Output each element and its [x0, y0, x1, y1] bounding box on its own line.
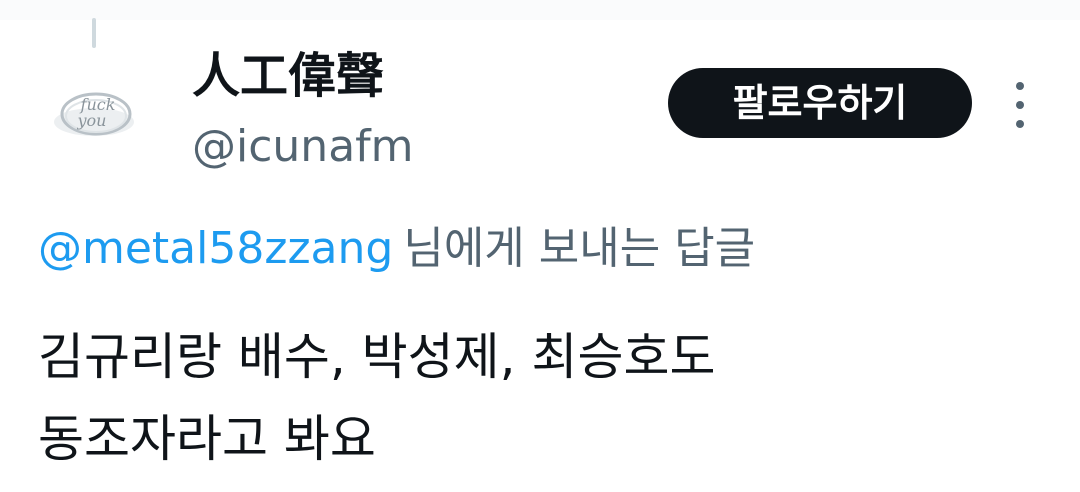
tweet-text-line: 동조자라고 봐요: [38, 410, 376, 468]
more-dot: [1016, 82, 1024, 90]
avatar-text-line2: you: [77, 111, 107, 130]
more-dot: [1016, 120, 1024, 128]
tweet-text-line: 김규리랑 배수, 박성제, 최승호도: [38, 328, 716, 386]
more-vertical-icon[interactable]: [1006, 82, 1034, 128]
reply-context: @metal58zzang 님에게 보내는 답글: [38, 218, 755, 280]
top-strip: [0, 0, 1080, 20]
author-handle[interactable]: @icunafm: [192, 118, 414, 176]
avatar[interactable]: fuck you: [46, 66, 142, 162]
thread-connector-line: [92, 18, 96, 48]
reply-mention-link[interactable]: @metal58zzang: [38, 223, 393, 274]
follow-button[interactable]: 팔로우하기: [668, 68, 972, 138]
author-display-name[interactable]: 人工偉聲: [192, 44, 384, 108]
reply-suffix-text: 님에게 보내는 답글: [403, 223, 756, 274]
avatar-image: fuck you: [46, 66, 142, 162]
tweet-text: 김규리랑 배수, 박성제, 최승호도 동조자라고 봐요: [38, 316, 1038, 480]
more-dot: [1016, 101, 1024, 109]
